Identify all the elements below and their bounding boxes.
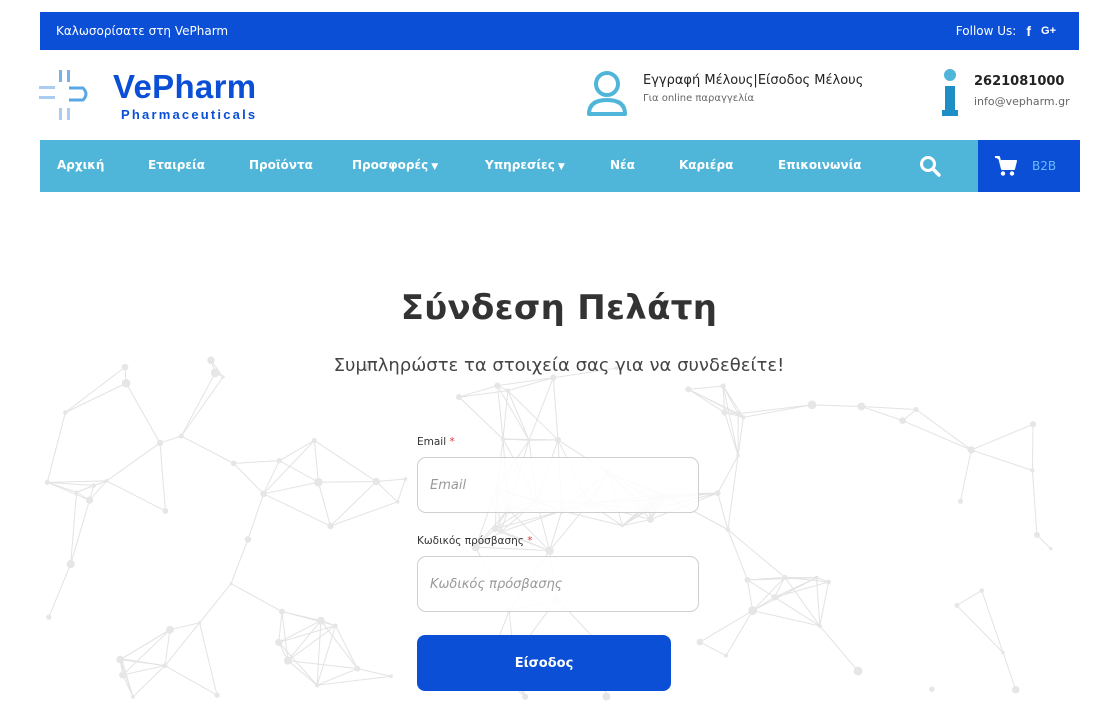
required-mark: * xyxy=(527,535,533,547)
page-subtitle: Συμπληρώστε τα στοιχεία σας για να συνδε… xyxy=(333,355,785,376)
nav-item-label: Προϊόντα xyxy=(249,158,313,172)
logo[interactable]: VePharm Pharmaceuticals xyxy=(37,66,277,126)
password-field[interactable] xyxy=(417,556,699,612)
nav-item-label: Νέα xyxy=(610,158,635,172)
password-label: Κωδικός πρόσβασης * xyxy=(417,535,699,547)
google-plus-icon[interactable]: G+ xyxy=(1041,25,1056,37)
search-icon[interactable] xyxy=(918,154,942,178)
nav-item-products[interactable]: Προϊόντα xyxy=(249,158,313,172)
phone-number[interactable]: 2621081000 xyxy=(974,74,1070,89)
nav-item-company[interactable]: Εταιρεία xyxy=(148,158,205,172)
nav-item-label: Προσφορές xyxy=(352,158,429,172)
nav-item-label: Αρχική xyxy=(57,158,105,172)
required-mark: * xyxy=(449,436,455,448)
email-label-text: Email xyxy=(417,436,447,448)
contact-text: 2621081000 info@vepharm.gr xyxy=(974,68,1070,108)
facebook-icon[interactable]: f xyxy=(1026,23,1031,39)
login-button[interactable]: Είσοδος xyxy=(417,635,671,691)
nav-item-label: Εταιρεία xyxy=(148,158,205,172)
member-area: Εγγραφή Μέλους|Είσοδος Μέλους Για online… xyxy=(585,70,863,118)
login-form: Email * Κωδικός πρόσβασης * xyxy=(417,436,699,612)
nav-item-home[interactable]: Αρχική xyxy=(57,158,104,172)
welcome-text: Καλωσορίσατε στη VePharm xyxy=(56,24,229,38)
chevron-down-icon: ▼ xyxy=(431,162,439,172)
password-label-text: Κωδικός πρόσβασης xyxy=(417,535,524,547)
header: VePharm Pharmaceuticals Εγγραφή Μέλους|Ε… xyxy=(0,50,1106,140)
follow-label: Follow Us: xyxy=(955,24,1017,38)
member-links: Εγγραφή Μέλους|Είσοδος Μέλους xyxy=(643,73,863,88)
nav-item-contact[interactable]: Επικοινωνία xyxy=(778,158,862,172)
member-subtitle: Για online παραγγελία xyxy=(643,93,755,104)
user-icon xyxy=(587,71,627,116)
page-title: Σύνδεση Πελάτη xyxy=(400,288,718,328)
contact-info: 2621081000 info@vepharm.gr xyxy=(940,68,1070,118)
member-text: Εγγραφή Μέλους|Είσοδος Μέλους Για online… xyxy=(643,70,863,104)
cart-icon xyxy=(995,156,1017,176)
b2b-button[interactable]: B2B xyxy=(978,140,1080,192)
brand-name: VePharm xyxy=(113,68,257,105)
social-links: Follow Us: f G+ xyxy=(956,23,1056,39)
top-bar: Καλωσορίσατε στη VePharm Follow Us: f G+ xyxy=(40,12,1079,50)
nav-item-label: Επικοινωνία xyxy=(778,158,862,172)
nav-item-news[interactable]: Νέα xyxy=(610,158,635,172)
login-link[interactable]: Είσοδος Μέλους xyxy=(758,73,864,88)
chevron-down-icon: ▼ xyxy=(557,162,565,172)
main-nav: Αρχική Εταιρεία Προϊόντα Προσφορές ▼ Υπηρ… xyxy=(40,140,1080,192)
nav-item-offers[interactable]: Προσφορές ▼ xyxy=(352,158,438,172)
register-link[interactable]: Εγγραφή Μέλους xyxy=(643,73,753,88)
contact-email[interactable]: info@vepharm.gr xyxy=(974,95,1070,108)
b2b-label: B2B xyxy=(1032,159,1057,173)
nav-item-label: Υπηρεσίες xyxy=(485,158,555,172)
password-group: Κωδικός πρόσβασης * xyxy=(417,535,699,612)
info-icon xyxy=(942,69,958,116)
nav-item-careers[interactable]: Καριέρα xyxy=(679,158,733,172)
nav-item-services[interactable]: Υπηρεσίες ▼ xyxy=(485,158,565,172)
brand-tagline: Pharmaceuticals xyxy=(121,107,258,122)
email-field[interactable] xyxy=(417,457,699,513)
logo-cross-icon xyxy=(39,70,88,120)
email-label: Email * xyxy=(417,436,699,448)
nav-item-label: Καριέρα xyxy=(679,158,734,172)
